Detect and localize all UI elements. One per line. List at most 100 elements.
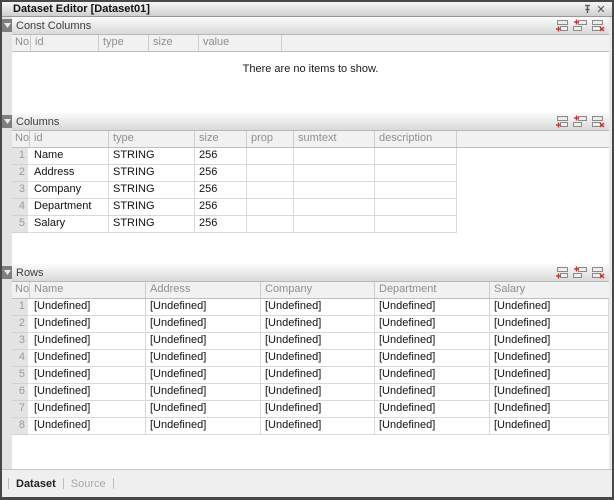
table-cell[interactable]: Salary [30,216,109,233]
rows-header-bar[interactable]: Rows [12,264,609,282]
table-cell[interactable]: [Undefined] [146,299,261,316]
row-number[interactable]: 6 [12,384,30,401]
row-number[interactable]: 5 [12,367,30,384]
table-cell[interactable]: [Undefined] [490,299,609,316]
tab-dataset[interactable]: Dataset [9,478,63,490]
table-cell[interactable]: [Undefined] [375,299,490,316]
table-cell[interactable]: 256 [195,199,247,216]
table-cell[interactable]: [Undefined] [146,350,261,367]
tab-source[interactable]: Source [64,478,113,490]
table-cell[interactable]: [Undefined] [490,418,609,435]
table-cell[interactable]: [Undefined] [261,299,375,316]
chevron-down-icon[interactable] [2,115,12,128]
add-row-icon[interactable] [554,115,569,129]
table-cell[interactable]: 256 [195,148,247,165]
table-cell[interactable]: Name [30,148,109,165]
table-cell[interactable]: [Undefined] [490,384,609,401]
table-cell[interactable]: [Undefined] [261,333,375,350]
row-number[interactable]: 4 [12,350,30,367]
table-cell[interactable]: STRING [109,182,195,199]
table-cell[interactable]: 256 [195,182,247,199]
table-cell[interactable]: [Undefined] [490,316,609,333]
table-cell[interactable]: STRING [109,148,195,165]
table-cell[interactable]: [Undefined] [146,333,261,350]
table-cell[interactable]: STRING [109,199,195,216]
row-number[interactable]: 4 [12,199,30,216]
table-cell[interactable] [294,199,375,216]
table-cell[interactable]: [Undefined] [375,350,490,367]
insert-row-icon[interactable] [572,115,587,129]
table-cell[interactable] [247,216,294,233]
row-number[interactable]: 1 [12,299,30,316]
table-cell[interactable] [294,165,375,182]
row-number[interactable]: 5 [12,216,30,233]
table-cell[interactable]: [Undefined] [30,333,146,350]
table-cell[interactable]: 256 [195,165,247,182]
table-cell[interactable] [294,182,375,199]
add-row-icon[interactable] [554,19,569,33]
table-cell[interactable]: [Undefined] [261,350,375,367]
table-cell[interactable]: [Undefined] [490,401,609,418]
chevron-down-icon[interactable] [2,266,12,279]
table-cell[interactable]: [Undefined] [30,299,146,316]
row-number[interactable]: 3 [12,182,30,199]
table-cell[interactable] [294,148,375,165]
table-cell[interactable]: [Undefined] [146,384,261,401]
table-cell[interactable]: [Undefined] [261,367,375,384]
chevron-down-icon[interactable] [2,19,12,32]
table-cell[interactable] [375,165,457,182]
row-number[interactable]: 2 [12,165,30,182]
row-number[interactable]: 8 [12,418,30,435]
table-cell[interactable]: [Undefined] [30,316,146,333]
table-cell[interactable]: [Undefined] [146,367,261,384]
table-cell[interactable]: [Undefined] [30,401,146,418]
table-cell[interactable]: [Undefined] [375,418,490,435]
table-cell[interactable]: [Undefined] [30,418,146,435]
table-cell[interactable]: [Undefined] [261,316,375,333]
table-cell[interactable] [247,199,294,216]
table-cell[interactable]: [Undefined] [375,316,490,333]
table-cell[interactable]: [Undefined] [375,367,490,384]
table-cell[interactable] [247,165,294,182]
table-cell[interactable]: [Undefined] [30,350,146,367]
table-cell[interactable]: [Undefined] [375,333,490,350]
row-number[interactable]: 1 [12,148,30,165]
const-columns-header-bar[interactable]: Const Columns [12,17,609,35]
insert-row-icon[interactable] [572,19,587,33]
table-cell[interactable]: Department [30,199,109,216]
close-icon[interactable]: ✕ [594,3,608,15]
table-cell[interactable]: [Undefined] [30,367,146,384]
delete-row-icon[interactable] [590,266,605,280]
table-cell[interactable] [247,182,294,199]
pin-icon[interactable] [580,3,594,15]
table-cell[interactable]: [Undefined] [30,384,146,401]
row-number[interactable]: 3 [12,333,30,350]
table-cell[interactable]: [Undefined] [375,384,490,401]
table-cell[interactable]: [Undefined] [375,401,490,418]
table-cell[interactable] [247,148,294,165]
table-cell[interactable] [375,182,457,199]
table-cell[interactable]: Company [30,182,109,199]
row-number[interactable]: 7 [12,401,30,418]
delete-row-icon[interactable] [590,19,605,33]
table-cell[interactable]: [Undefined] [146,401,261,418]
table-cell[interactable]: [Undefined] [490,367,609,384]
row-number[interactable]: 2 [12,316,30,333]
table-cell[interactable] [375,148,457,165]
table-cell[interactable]: 256 [195,216,247,233]
table-cell[interactable]: Address [30,165,109,182]
table-cell[interactable]: [Undefined] [261,401,375,418]
columns-header-bar[interactable]: Columns [12,113,609,131]
table-cell[interactable]: [Undefined] [490,350,609,367]
table-cell[interactable] [294,216,375,233]
table-cell[interactable]: [Undefined] [261,384,375,401]
delete-row-icon[interactable] [590,115,605,129]
insert-row-icon[interactable] [572,266,587,280]
table-cell[interactable]: STRING [109,165,195,182]
table-cell[interactable]: [Undefined] [261,418,375,435]
table-cell[interactable]: [Undefined] [490,333,609,350]
table-cell[interactable] [375,199,457,216]
table-cell[interactable]: [Undefined] [146,418,261,435]
table-cell[interactable]: STRING [109,216,195,233]
table-cell[interactable]: [Undefined] [146,316,261,333]
